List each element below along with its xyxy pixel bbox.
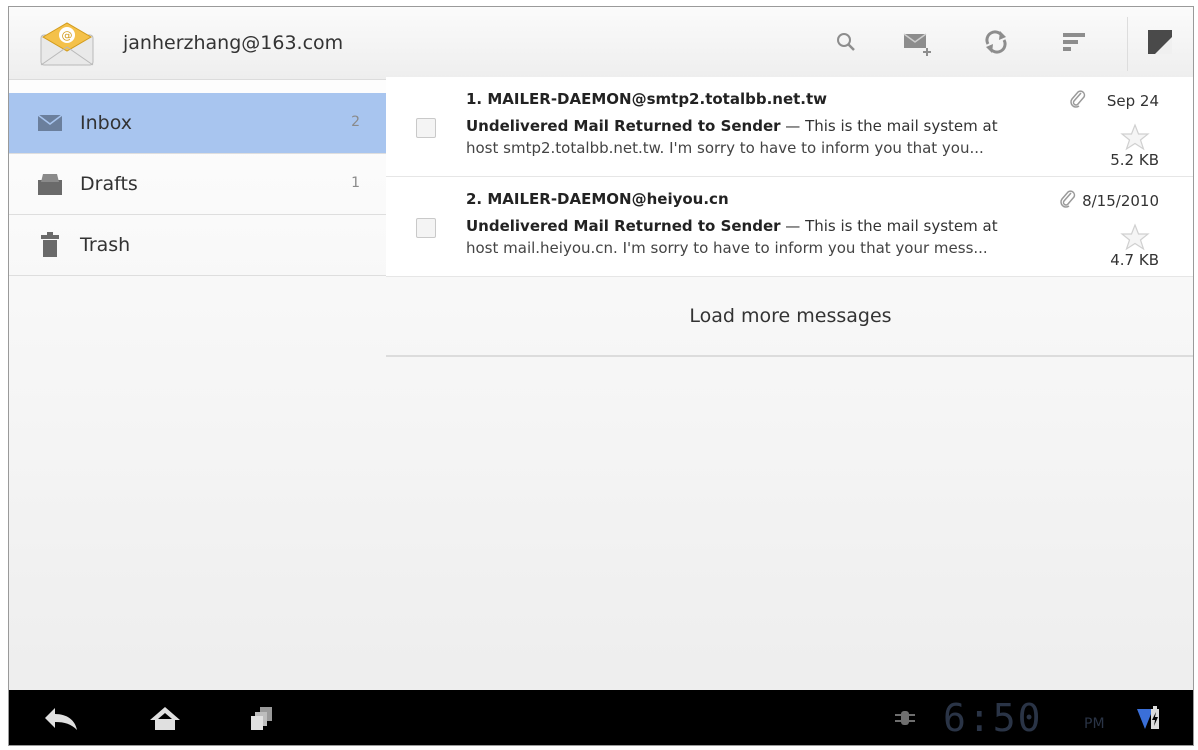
recent-apps-icon[interactable]	[243, 700, 283, 736]
folder-label: Drafts	[80, 173, 138, 195]
message-date: Sep 24	[1106, 92, 1159, 110]
account-email[interactable]: janherzhang@163.com	[123, 32, 343, 54]
message-checkbox[interactable]	[416, 118, 436, 138]
message-subject-line: Undelivered Mail Returned to Sender — Th…	[466, 217, 998, 235]
message-date: 8/15/2010	[1082, 192, 1159, 210]
drafts-icon	[37, 172, 63, 196]
message-snippet-continued: host smtp2.totalbb.net.tw. I'm sorry to …	[466, 139, 984, 157]
attachment-icon	[1069, 89, 1087, 109]
folder-label: Inbox	[80, 112, 132, 134]
trash-icon	[37, 232, 63, 257]
message-subject: Undelivered Mail Returned to Sender	[466, 217, 781, 235]
debug-icon	[885, 700, 925, 736]
message-size: 5.2 KB	[1110, 151, 1159, 169]
folder-label: Trash	[80, 234, 131, 256]
email-app-icon[interactable]: @	[39, 21, 95, 67]
folder-inbox[interactable]: Inbox 2	[9, 93, 386, 154]
load-more-button[interactable]: Load more messages	[386, 277, 1193, 357]
message-snippet: — This is the mail system at	[780, 217, 998, 235]
message-sender: 1. MAILER-DAEMON@smtp2.totalbb.net.tw	[466, 90, 828, 108]
system-bar: 6:50 PM	[9, 690, 1193, 745]
battery-icon	[1145, 700, 1165, 736]
star-icon[interactable]	[1120, 223, 1150, 251]
folder-list: Inbox 2 Drafts 1 Trash	[9, 93, 386, 276]
unread-count: 2	[351, 114, 360, 130]
inbox-icon	[37, 111, 63, 135]
refresh-icon[interactable]	[979, 25, 1013, 59]
action-bar-divider	[1127, 17, 1128, 71]
message-row[interactable]: 2. MAILER-DAEMON@heiyou.cn Undelivered M…	[386, 177, 1193, 277]
star-icon[interactable]	[1120, 123, 1150, 151]
draft-count: 1	[351, 175, 360, 191]
message-subject-line: Undelivered Mail Returned to Sender — Th…	[466, 117, 998, 135]
home-icon[interactable]	[145, 700, 185, 736]
attachment-icon	[1059, 189, 1077, 209]
message-size: 4.7 KB	[1110, 251, 1159, 269]
folder-drafts[interactable]: Drafts 1	[9, 154, 386, 215]
message-sender: 2. MAILER-DAEMON@heiyou.cn	[466, 190, 729, 208]
sort-icon[interactable]	[1057, 25, 1091, 59]
status-clock[interactable]: 6:50	[943, 696, 1043, 740]
overflow-menu-icon[interactable]	[1143, 25, 1177, 59]
message-checkbox[interactable]	[416, 218, 436, 238]
back-icon[interactable]	[41, 700, 81, 736]
svg-text:@: @	[62, 29, 73, 42]
message-snippet: — This is the mail system at	[780, 117, 998, 135]
folder-trash[interactable]: Trash	[9, 215, 386, 276]
message-row[interactable]: 1. MAILER-DAEMON@smtp2.totalbb.net.tw Un…	[386, 77, 1193, 177]
message-snippet-continued: host mail.heiyou.cn. I'm sorry to have t…	[466, 239, 988, 257]
email-app-screen: @ janherzhang@163.com Inbox 2 Drafts 1 T…	[8, 6, 1194, 746]
status-clock-ampm: PM	[1084, 716, 1105, 732]
action-bar: @ janherzhang@163.com	[9, 7, 1193, 80]
search-icon[interactable]	[829, 25, 863, 59]
message-subject: Undelivered Mail Returned to Sender	[466, 117, 781, 135]
message-list: 1. MAILER-DAEMON@smtp2.totalbb.net.tw Un…	[386, 77, 1193, 277]
compose-icon[interactable]	[901, 25, 935, 59]
